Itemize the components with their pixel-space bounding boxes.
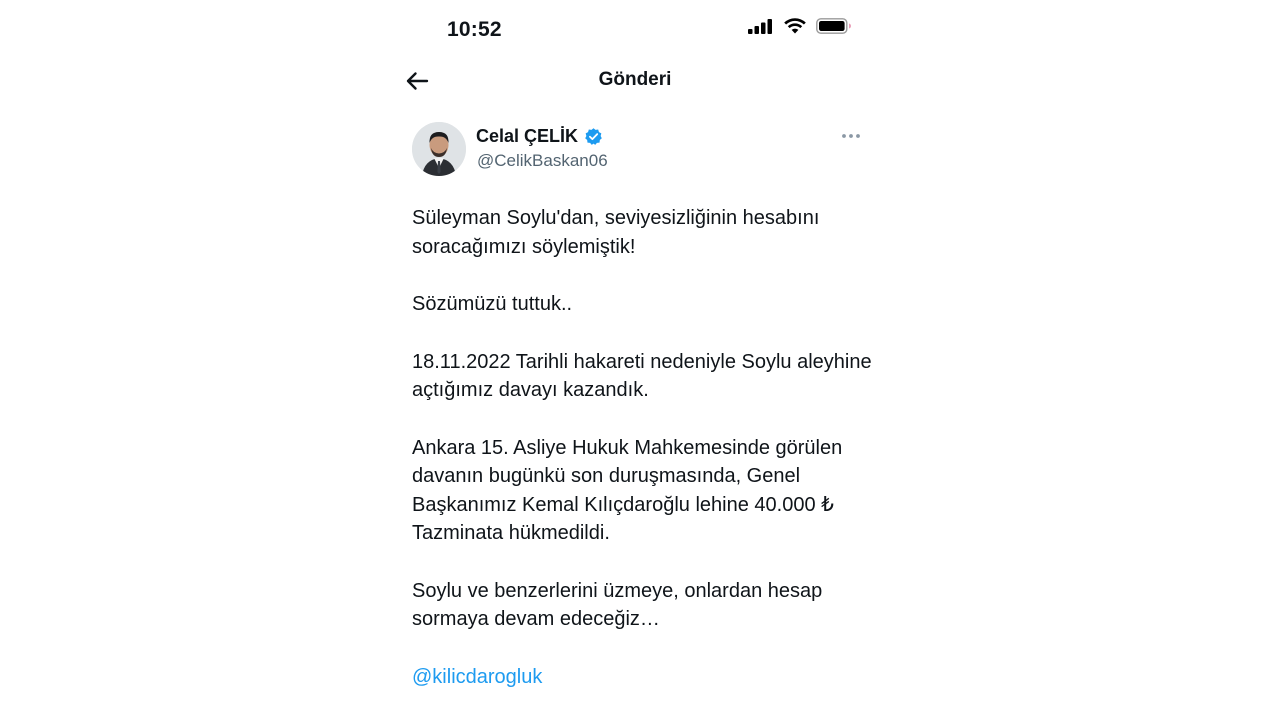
wifi-icon [784, 18, 806, 34]
avatar[interactable] [412, 122, 466, 176]
tweet-paragraph-5: Soylu ve benzerlerini üzmeye, onlardan h… [412, 579, 823, 631]
header-bar: Gönderi [390, 58, 880, 104]
author-handle: @CelikBaskan06 [477, 151, 608, 170]
status-icons [748, 18, 852, 34]
tweet-text: Süleyman Soylu'dan, seviyesizliğinin hes… [412, 204, 882, 720]
mention-link[interactable]: @kilicdarogluk [412, 666, 542, 688]
battery-icon [816, 18, 851, 34]
status-bar: 10:52 [390, 0, 880, 60]
author-name-row: Celal ÇELİK [476, 126, 603, 147]
status-time: 10:52 [447, 18, 502, 41]
tweet-paragraph-3: 18.11.2022 Tarihli hakareti nedeniyle So… [412, 350, 872, 402]
tweet-paragraph-4: Ankara 15. Asliye Hukuk Mahkemesinde gör… [412, 436, 843, 545]
tweet-author: Celal ÇELİK @CelikBaskan06 [412, 120, 868, 180]
page-title: Gönderi [598, 69, 672, 90]
signal-icon [748, 19, 772, 34]
tweet-paragraph-2: Sözümüzü tuttuk.. [412, 293, 573, 315]
more-horizontal-icon [842, 134, 860, 138]
more-options-button[interactable] [836, 126, 866, 146]
phone-screen: 10:52 Gönderi Celal ÇELİK @CelikBaskan06… [390, 0, 880, 720]
avatar-image [412, 122, 466, 176]
verified-badge-icon [585, 128, 602, 145]
tweet-paragraph-1: Süleyman Soylu'dan, seviyesizliğinin hes… [412, 207, 820, 258]
author-name[interactable]: Celal ÇELİK [476, 126, 578, 147]
